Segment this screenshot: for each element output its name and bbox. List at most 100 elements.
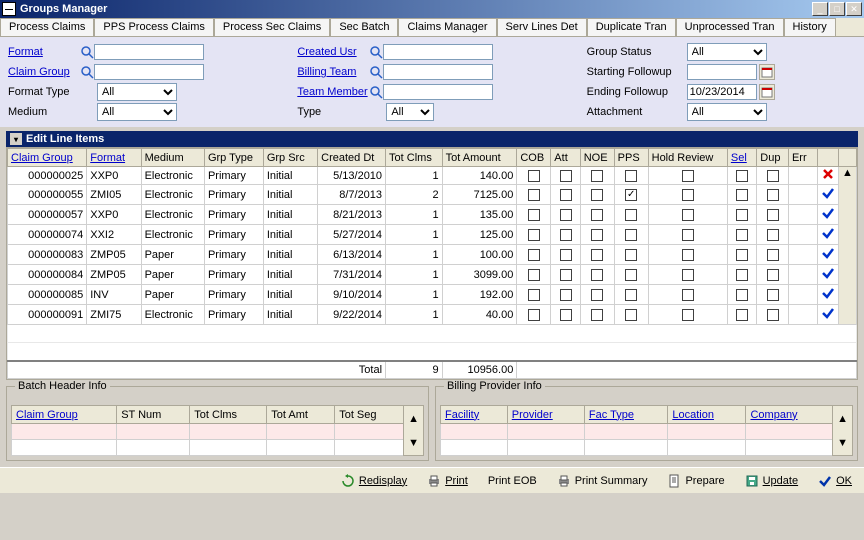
- created-usr-label[interactable]: Created Usr: [297, 46, 369, 58]
- att-checkbox[interactable]: [560, 209, 572, 221]
- att-checkbox[interactable]: [560, 249, 572, 261]
- tab-sec-batch[interactable]: Sec Batch: [330, 18, 398, 36]
- row-status-icon[interactable]: [818, 285, 838, 305]
- cob-checkbox[interactable]: [528, 289, 540, 301]
- billing-team-input[interactable]: [383, 64, 493, 80]
- col-pps[interactable]: PPS: [614, 149, 648, 167]
- update-button[interactable]: Update: [741, 472, 802, 490]
- col-dup[interactable]: Dup: [757, 149, 789, 167]
- dup-checkbox[interactable]: [767, 229, 779, 241]
- type-select[interactable]: All: [386, 103, 434, 121]
- bh-st-num[interactable]: ST Num: [117, 406, 190, 424]
- noe-checkbox[interactable]: [591, 170, 603, 182]
- dup-checkbox[interactable]: [767, 249, 779, 261]
- dup-checkbox[interactable]: [767, 309, 779, 321]
- print-button[interactable]: Print: [423, 472, 472, 490]
- cob-checkbox[interactable]: [528, 229, 540, 241]
- sel-checkbox[interactable]: [736, 209, 748, 221]
- bp-location[interactable]: Location: [668, 406, 746, 424]
- print-eob-button[interactable]: Print EOB: [484, 473, 541, 489]
- att-checkbox[interactable]: [560, 189, 572, 201]
- bp-company[interactable]: Company: [746, 406, 833, 424]
- team-member-label[interactable]: Team Member: [297, 86, 369, 98]
- sel-checkbox[interactable]: [736, 170, 748, 182]
- col-grp-type[interactable]: Grp Type: [204, 149, 263, 167]
- att-checkbox[interactable]: [560, 170, 572, 182]
- tab-process-sec-claims[interactable]: Process Sec Claims: [214, 18, 330, 36]
- pps-checkbox[interactable]: [625, 289, 637, 301]
- hold-review-checkbox[interactable]: [682, 249, 694, 261]
- cob-checkbox[interactable]: [528, 249, 540, 261]
- scrollbar[interactable]: ▲▼: [404, 406, 424, 456]
- table-row[interactable]: 000000025XXP0ElectronicPrimaryInitial5/1…: [8, 167, 857, 185]
- bh-claim-group[interactable]: Claim Group: [12, 406, 117, 424]
- bp-provider[interactable]: Provider: [507, 406, 584, 424]
- cob-checkbox[interactable]: [528, 269, 540, 281]
- pps-checkbox[interactable]: [625, 189, 637, 201]
- tab-process-claims[interactable]: Process Claims: [0, 18, 94, 36]
- noe-checkbox[interactable]: [591, 229, 603, 241]
- minimize-button[interactable]: _: [812, 2, 828, 16]
- maximize-button[interactable]: □: [829, 2, 845, 16]
- cob-checkbox[interactable]: [528, 309, 540, 321]
- tab-unprocessed-tran[interactable]: Unprocessed Tran: [676, 18, 784, 36]
- bh-tot-clms[interactable]: Tot Clms: [190, 406, 267, 424]
- table-row[interactable]: [441, 424, 853, 440]
- col-medium[interactable]: Medium: [141, 149, 204, 167]
- pps-checkbox[interactable]: [625, 249, 637, 261]
- starting-followup-input[interactable]: [687, 64, 757, 80]
- hold-review-checkbox[interactable]: [682, 189, 694, 201]
- col-att[interactable]: Att: [551, 149, 580, 167]
- sel-checkbox[interactable]: [736, 229, 748, 241]
- close-button[interactable]: ✕: [846, 2, 862, 16]
- dup-checkbox[interactable]: [767, 289, 779, 301]
- col-sel[interactable]: Sel: [727, 149, 756, 167]
- dup-checkbox[interactable]: [767, 209, 779, 221]
- scrollbar[interactable]: ▲▼: [833, 406, 853, 456]
- claim-group-input[interactable]: [94, 64, 204, 80]
- calendar-icon[interactable]: [759, 84, 775, 100]
- print-summary-button[interactable]: Print Summary: [553, 472, 652, 490]
- col-claim-group[interactable]: Claim Group: [8, 149, 87, 167]
- noe-checkbox[interactable]: [591, 189, 603, 201]
- search-icon[interactable]: [369, 85, 383, 99]
- col-format[interactable]: Format: [87, 149, 141, 167]
- noe-checkbox[interactable]: [591, 289, 603, 301]
- table-row[interactable]: [12, 424, 424, 440]
- format-input[interactable]: [94, 44, 204, 60]
- table-row[interactable]: 000000083ZMP05PaperPrimaryInitial6/13/20…: [8, 245, 857, 265]
- table-row[interactable]: [12, 440, 424, 456]
- table-row[interactable]: 000000055ZMI05ElectronicPrimaryInitial8/…: [8, 185, 857, 205]
- noe-checkbox[interactable]: [591, 269, 603, 281]
- col-err[interactable]: Err: [788, 149, 817, 167]
- att-checkbox[interactable]: [560, 269, 572, 281]
- col-noe[interactable]: NOE: [580, 149, 614, 167]
- dup-checkbox[interactable]: [767, 269, 779, 281]
- pps-checkbox[interactable]: [625, 229, 637, 241]
- table-row[interactable]: 000000091ZMI75ElectronicPrimaryInitial9/…: [8, 305, 857, 325]
- col-tot-amount[interactable]: Tot Amount: [442, 149, 517, 167]
- pps-checkbox[interactable]: [625, 269, 637, 281]
- cob-checkbox[interactable]: [528, 189, 540, 201]
- col-hold-review[interactable]: Hold Review: [648, 149, 727, 167]
- table-row[interactable]: 000000084ZMP05PaperPrimaryInitial7/31/20…: [8, 265, 857, 285]
- tab-claims-manager[interactable]: Claims Manager: [398, 18, 496, 36]
- redisplay-button[interactable]: Redisplay: [337, 472, 411, 490]
- bp-fac-type[interactable]: Fac Type: [584, 406, 667, 424]
- noe-checkbox[interactable]: [591, 309, 603, 321]
- row-status-icon[interactable]: [818, 245, 838, 265]
- billing-team-label[interactable]: Billing Team: [297, 66, 369, 78]
- col-tot-clms[interactable]: Tot Clms: [386, 149, 443, 167]
- search-icon[interactable]: [369, 45, 383, 59]
- tab-duplicate-tran[interactable]: Duplicate Tran: [587, 18, 676, 36]
- hold-review-checkbox[interactable]: [682, 209, 694, 221]
- bh-tot-seg[interactable]: Tot Seg: [335, 406, 404, 424]
- pps-checkbox[interactable]: [625, 170, 637, 182]
- created-usr-input[interactable]: [383, 44, 493, 60]
- bh-tot-amt[interactable]: Tot Amt: [267, 406, 335, 424]
- hold-review-checkbox[interactable]: [682, 229, 694, 241]
- sel-checkbox[interactable]: [736, 249, 748, 261]
- search-icon[interactable]: [80, 45, 94, 59]
- tab-pps-process-claims[interactable]: PPS Process Claims: [94, 18, 213, 36]
- group-status-select[interactable]: All: [687, 43, 767, 61]
